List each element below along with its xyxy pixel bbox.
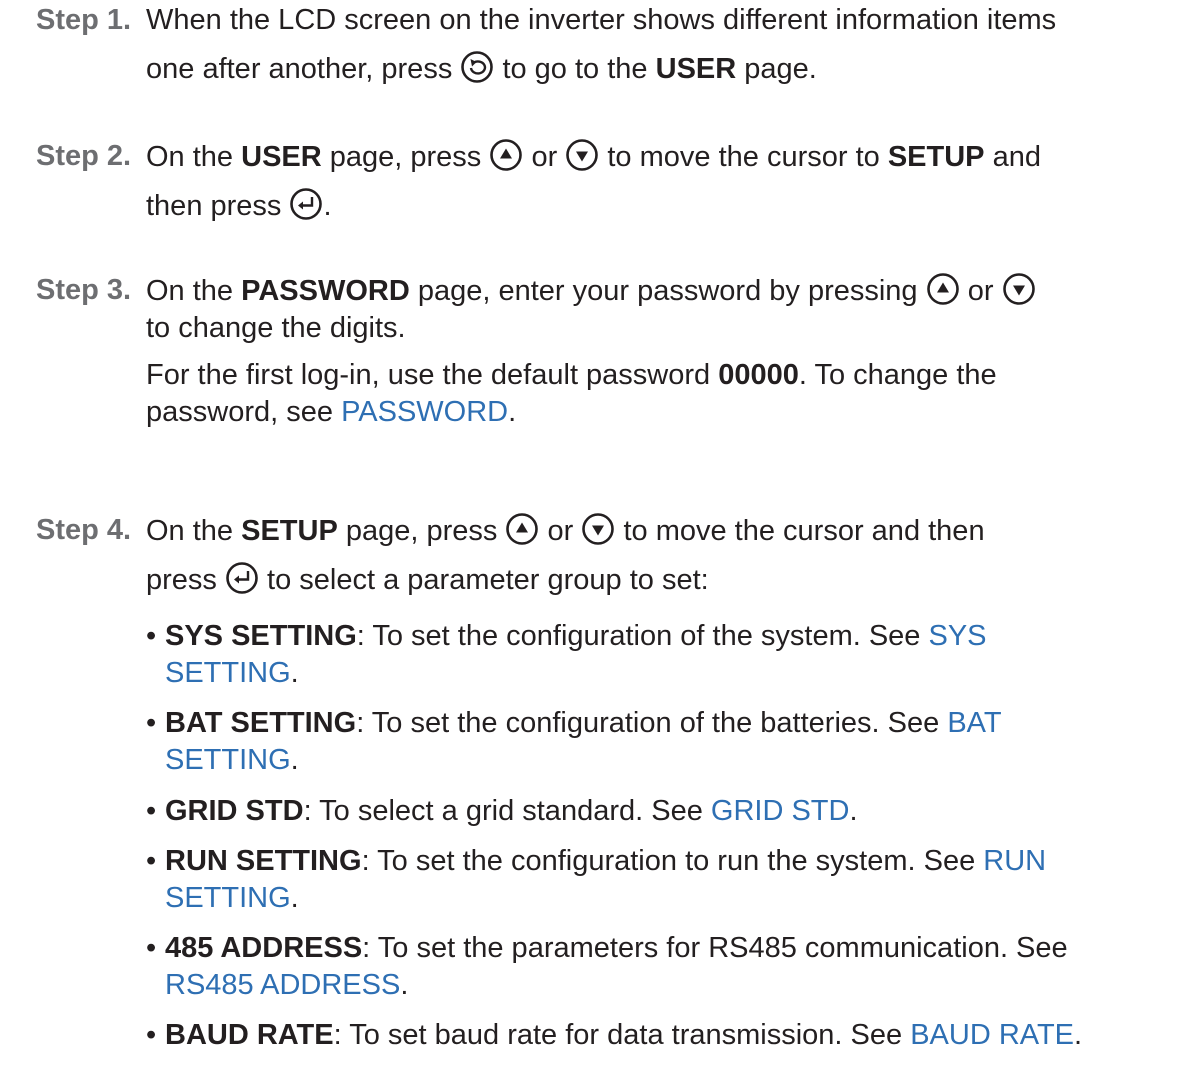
step-4: Step 4. On the SETUP page, press or to m… (0, 512, 1192, 1067)
list-item: RUN SETTING: To set the configuration to… (146, 843, 1186, 917)
step-text: On the USER page, press or to move the c… (146, 138, 1186, 176)
step-body: On the USER page, press or to move the c… (146, 138, 1186, 236)
step-text: When the LCD screen on the inverter show… (146, 4, 1057, 36)
up-arrow-icon (505, 512, 539, 546)
step-1: Step 1. When the LCD screen on the inver… (0, 2, 1192, 99)
grid-std-link[interactable]: GRID STD (711, 795, 850, 827)
run-setting-link[interactable]: RUN (983, 845, 1046, 877)
down-arrow-icon (581, 512, 615, 546)
step-body: When the LCD screen on the inverter show… (146, 2, 1186, 99)
bat-setting-link-cont[interactable]: SETTING (165, 744, 291, 776)
sys-setting-link-cont[interactable]: SETTING (165, 657, 291, 689)
list-item: BAUD RATE: To set baud rate for data tra… (146, 1017, 1186, 1054)
step-label: Step 1. (36, 4, 132, 36)
list-item: SYS SETTING: To set the configuration of… (146, 618, 1186, 692)
list-item: 485 ADDRESS: To set the parameters for R… (146, 930, 1186, 1004)
step-text: press to select a parameter group to set… (146, 550, 1186, 610)
instruction-page: Step 1. When the LCD screen on the inver… (0, 0, 1192, 1054)
run-setting-link-cont[interactable]: SETTING (165, 882, 291, 914)
step-2: Step 2. On the USER page, press or to mo… (0, 138, 1192, 236)
rs485-address-link[interactable]: RS485 ADDRESS (165, 969, 400, 1001)
step-note: For the first log-in, use the default pa… (146, 359, 997, 429)
sys-setting-link[interactable]: SYS (929, 620, 987, 652)
down-arrow-icon (1002, 272, 1036, 306)
step-text: then press . (146, 176, 1186, 236)
up-arrow-icon (489, 138, 523, 172)
list-item: BAT SETTING: To set the configuration of… (146, 705, 1186, 779)
step-label: Step 3. (36, 274, 132, 306)
step-3: Step 3. On the PASSWORD page, enter your… (0, 272, 1192, 431)
step-text: one after another, press to go to the US… (146, 39, 1186, 99)
password-link[interactable]: PASSWORD (341, 396, 508, 428)
list-item: GRID STD: To select a grid standard. See… (146, 793, 1186, 830)
parameter-group-list: SYS SETTING: To set the configuration of… (146, 618, 1186, 1054)
up-arrow-icon (926, 272, 960, 306)
step-body: On the PASSWORD page, enter your passwor… (146, 272, 1186, 431)
escape-icon (460, 50, 494, 84)
step-label: Step 2. (36, 140, 132, 172)
step-text: On the SETUP page, press or to move the … (146, 512, 1186, 550)
step-label: Step 4. (36, 514, 132, 546)
step-text: On the PASSWORD page, enter your passwor… (146, 272, 1186, 310)
enter-icon (289, 187, 323, 221)
enter-icon (225, 561, 259, 595)
bat-setting-link[interactable]: BAT (947, 707, 1001, 739)
step-body: On the SETUP page, press or to move the … (146, 512, 1186, 1054)
baud-rate-link[interactable]: BAUD RATE (910, 1019, 1074, 1051)
step-text: to change the digits. (146, 312, 406, 345)
down-arrow-icon (565, 138, 599, 172)
